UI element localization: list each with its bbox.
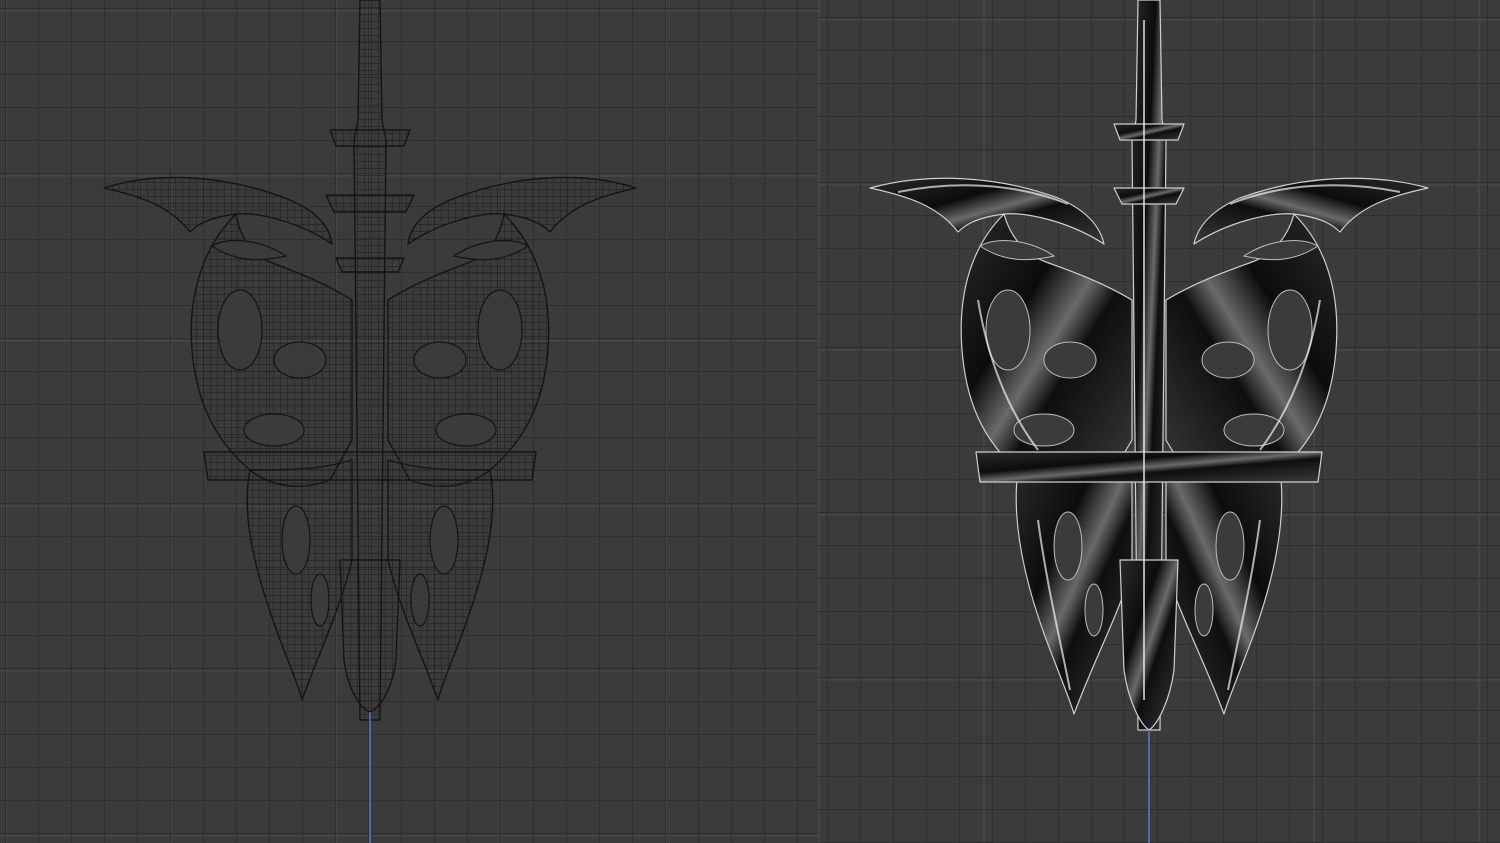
- shaded-ribcage-model: [869, 0, 1429, 731]
- modeling-app-window: [0, 0, 1500, 843]
- z-axis-line: [1148, 730, 1150, 843]
- viewport-wireframe[interactable]: [0, 0, 818, 843]
- wireframe-ribcage-model: [103, 0, 637, 721]
- z-axis-line: [369, 712, 371, 843]
- viewport-shaded[interactable]: [818, 0, 1500, 843]
